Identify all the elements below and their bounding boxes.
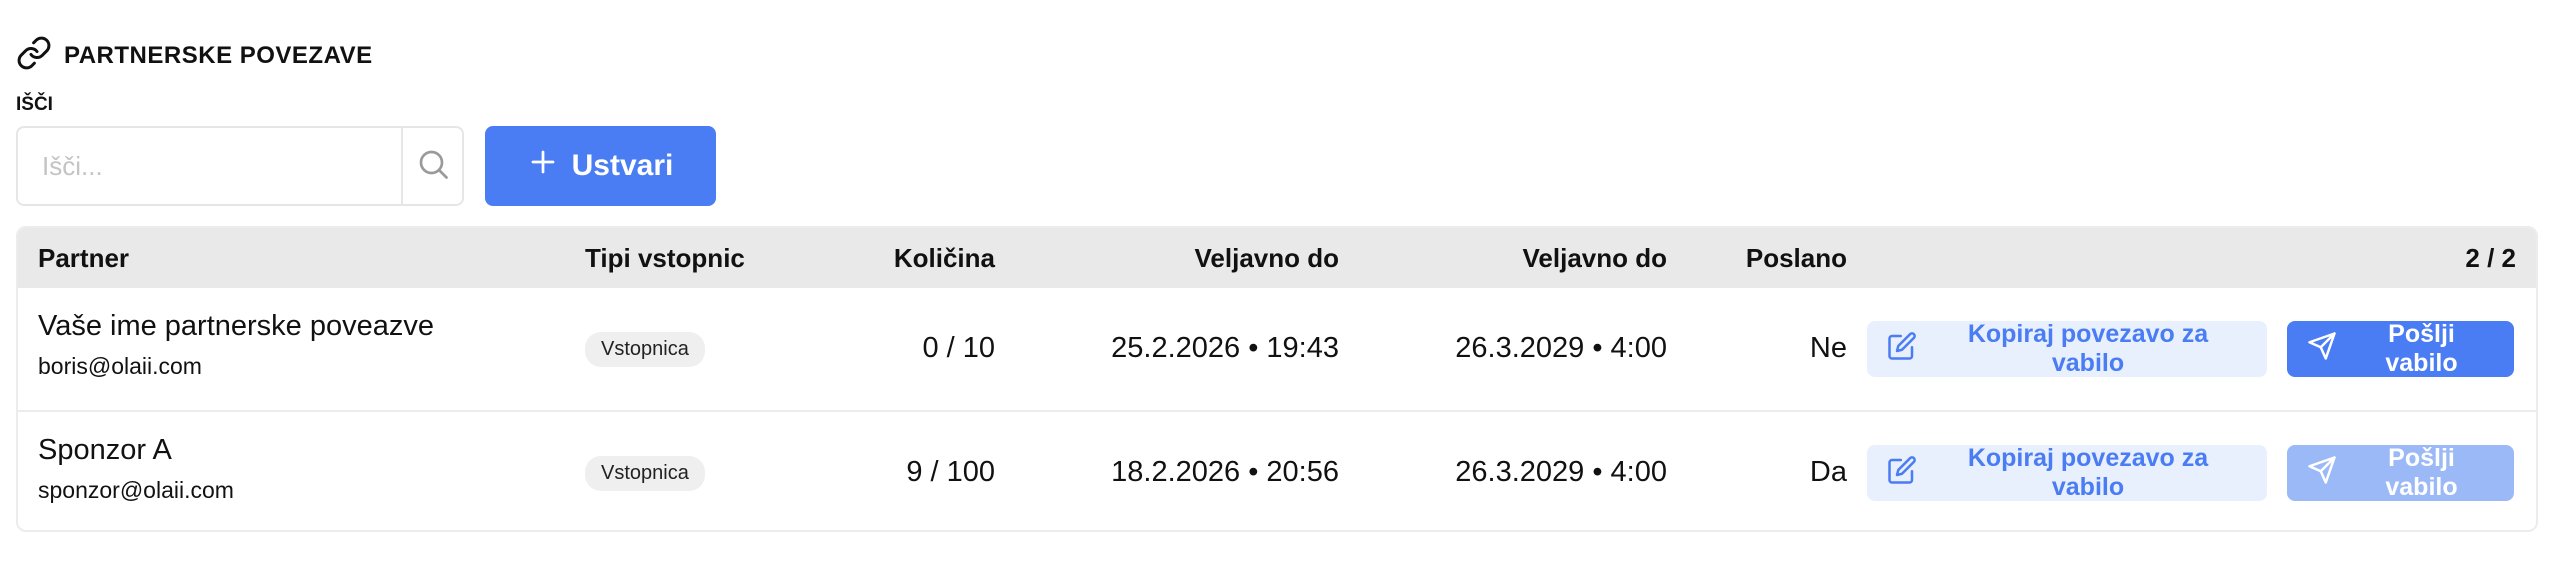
send-invite-label: Pošlji vabilo [2385,444,2458,501]
partner-email: sponzor@olaii.com [38,477,234,503]
partner-email: boris@olaii.com [38,353,202,379]
valid-to-value-2: 26.3.2029 • 4:00 [1455,456,1667,488]
valid-to-value: 18.2.2026 • 20:56 [1111,456,1339,488]
quantity-value: 0 / 10 [922,332,995,364]
partner-cell: Sponzor A sponzor@olaii.com [38,434,234,504]
search-button[interactable] [401,128,462,204]
partner-cell: Vaše ime partnerske poveazve boris@olaii… [38,310,434,380]
copy-invite-link-button[interactable]: Kopiraj povezavo za vabilo [1867,320,2267,377]
search-icon [415,146,451,187]
column-header-partner: Partner [38,243,130,273]
column-header-valid-to: Veljavno do [1194,243,1340,273]
edit-icon [1887,455,1917,492]
column-header-valid-to-2: Veljavno do [1522,243,1668,273]
partner-name: Vaše ime partnerske poveazve [38,310,435,342]
create-button-label: Ustvari [571,149,674,182]
send-invite-button[interactable]: Pošlji vabilo [2287,444,2514,501]
copy-invite-link-button[interactable]: Kopiraj povezavo za vabilo [1867,444,2267,501]
section-header: PARTNERSKE POVEZAVE [16,36,373,76]
ticket-type-badge: Vstopnica [585,456,705,491]
copy-invite-link-label: Kopiraj povezavo za vabilo [1967,320,2209,377]
valid-to-value-2: 26.3.2029 • 4:00 [1455,332,1667,364]
table-row: Vaše ime partnerske poveazve boris@olaii… [18,288,2536,410]
send-invite-button[interactable]: Pošlji vabilo [2287,320,2514,377]
sent-value: Da [1809,456,1847,488]
search-input[interactable] [18,128,401,204]
column-header-quantity: Količina [893,243,995,273]
ticket-type-cell: Vstopnica [585,332,705,367]
section-title: PARTNERSKE POVEZAVE [64,42,373,69]
copy-invite-link-label: Kopiraj povezavo za vabilo [1967,444,2209,501]
create-button[interactable]: Ustvari [485,126,716,206]
edit-icon [1887,331,1917,368]
column-header-sent: Poslano [1745,243,1847,273]
ticket-type-badge: Vstopnica [585,332,705,367]
table-row: Sponzor A sponzor@olaii.com Vstopnica 9 … [18,410,2536,530]
search-field [16,126,464,206]
search-label: IŠČI [16,94,53,115]
row-count: 2 / 2 [2465,243,2516,273]
link-icon [16,35,52,78]
partner-links-table: Partner Tipi vstopnic Količina Veljavno … [16,226,2538,532]
column-header-ticket-types: Tipi vstopnic [585,243,745,273]
valid-to-value: 25.2.2026 • 19:43 [1111,332,1339,364]
send-invite-label: Pošlji vabilo [2385,320,2458,377]
send-icon [2307,331,2337,368]
ticket-type-cell: Vstopnica [585,456,705,491]
sent-value: Ne [1809,332,1847,364]
partner-name: Sponzor A [38,434,172,466]
quantity-value: 9 / 100 [906,456,995,488]
send-icon [2307,455,2337,492]
plus-icon [528,147,558,185]
table-header: Partner Tipi vstopnic Količina Veljavno … [18,228,2536,288]
